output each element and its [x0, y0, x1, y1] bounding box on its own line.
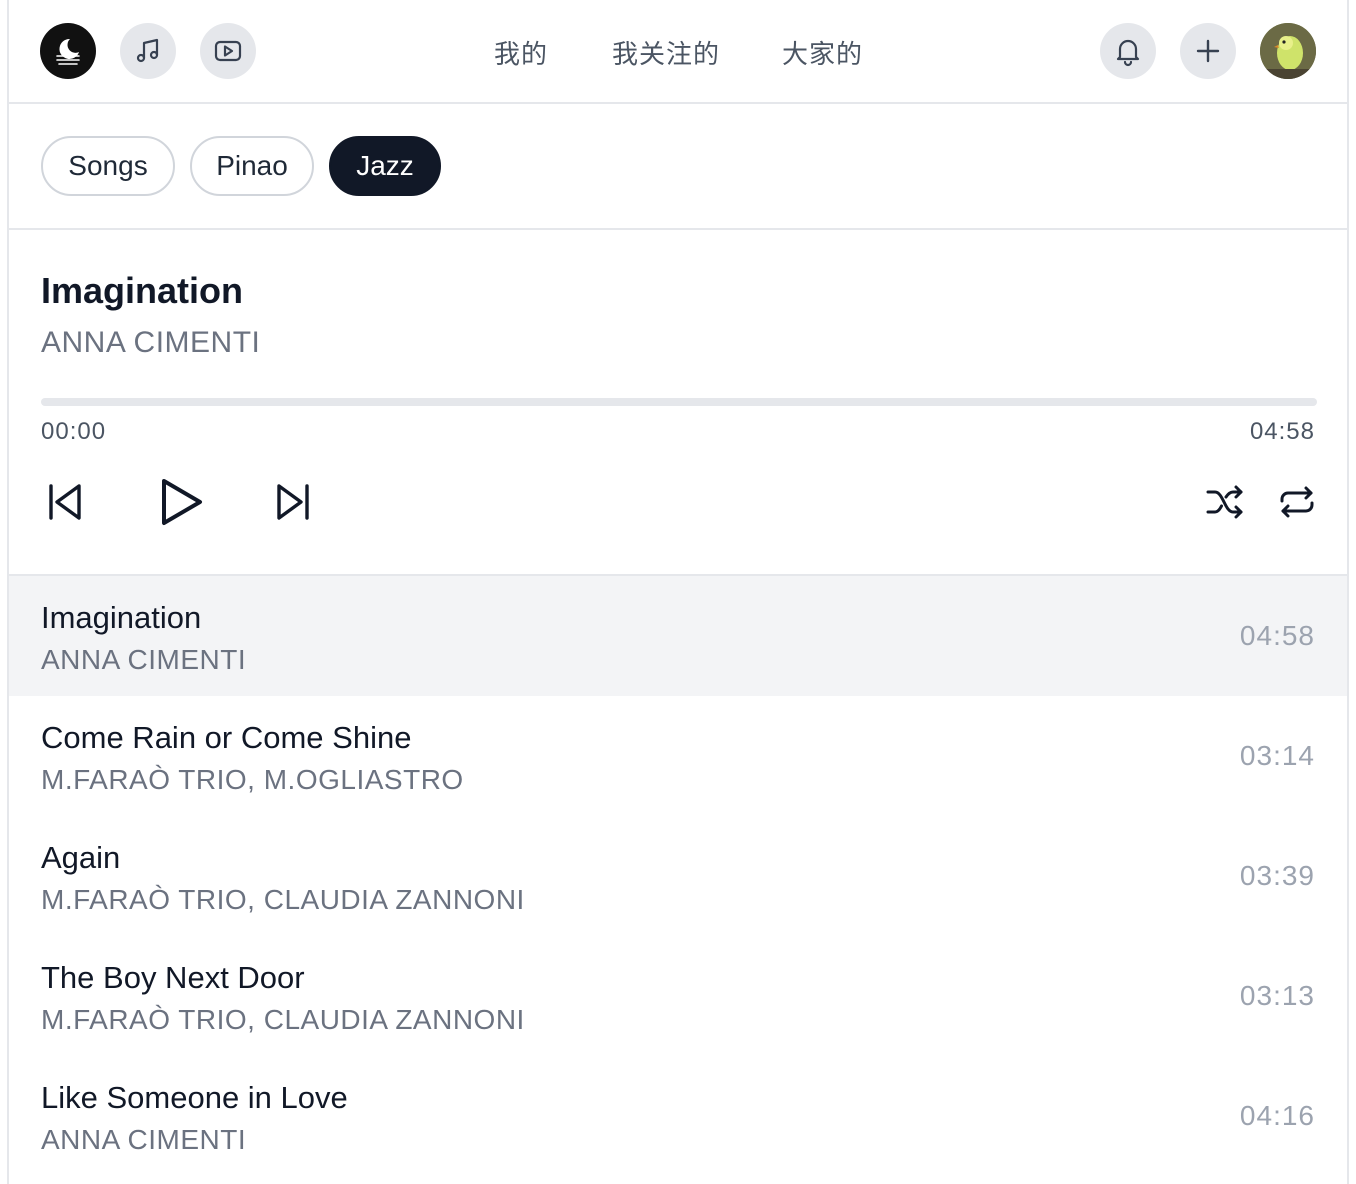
track-artist: ANNA CIMENTI	[41, 644, 247, 675]
repeat-icon	[1280, 486, 1314, 518]
music-note-icon	[136, 38, 159, 63]
track-artist: M.FARAÒ TRIO, M.OGLIASTRO	[41, 764, 464, 795]
add-button[interactable]	[1180, 23, 1236, 79]
category-tags: Songs Pinao Jazz	[9, 104, 1347, 230]
play-button[interactable]	[156, 476, 206, 528]
track-row[interactable]: Like Someone in Love ANNA CIMENTI 04:16	[9, 1056, 1347, 1176]
plus-icon	[1196, 39, 1220, 63]
nav-mine[interactable]: 我的	[494, 34, 548, 71]
avatar-image	[1260, 23, 1316, 79]
video-play-icon	[214, 40, 242, 62]
now-playing-artist: ANNA CIMENTI	[41, 326, 261, 359]
notifications-button[interactable]	[1100, 23, 1156, 79]
track-duration: 04:58	[1239, 620, 1315, 651]
track-duration: 03:39	[1239, 860, 1315, 891]
track-artist: ANNA CIMENTI	[41, 1124, 247, 1155]
shuffle-button[interactable]	[1205, 482, 1245, 522]
tag-pinao[interactable]: Pinao	[190, 136, 314, 196]
music-button[interactable]	[120, 23, 176, 79]
logo-button[interactable]	[40, 23, 96, 79]
track-row[interactable]: Again M.FARAÒ TRIO, CLAUDIA ZANNONI 03:3…	[9, 816, 1347, 936]
video-button[interactable]	[200, 23, 256, 79]
track-list: Imagination ANNA CIMENTI 04:58 Come Rain…	[9, 576, 1347, 1176]
next-button[interactable]	[271, 480, 315, 524]
top-bar: 我的 我关注的 大家的	[9, 0, 1347, 104]
progress-bar[interactable]	[41, 398, 1317, 406]
nav-everyone[interactable]: 大家的	[782, 34, 863, 71]
track-artist: M.FARAÒ TRIO, CLAUDIA ZANNONI	[41, 1004, 525, 1035]
play-icon	[162, 479, 202, 525]
track-row[interactable]: Imagination ANNA CIMENTI 04:58	[9, 576, 1347, 696]
moon-waves-icon	[56, 38, 80, 65]
track-title: Come Rain or Come Shine	[41, 720, 412, 755]
total-time: 04:58	[1249, 418, 1315, 445]
previous-button[interactable]	[43, 480, 87, 524]
repeat-button[interactable]	[1277, 482, 1317, 522]
skip-previous-icon	[49, 484, 81, 520]
user-avatar[interactable]	[1260, 23, 1316, 79]
tag-songs[interactable]: Songs	[41, 136, 175, 196]
skip-next-icon	[277, 484, 309, 520]
track-duration: 04:16	[1239, 1100, 1315, 1131]
track-duration: 03:14	[1239, 740, 1315, 771]
track-duration: 03:13	[1239, 980, 1315, 1011]
track-title: Again	[41, 840, 121, 875]
track-row[interactable]: Come Rain or Come Shine M.FARAÒ TRIO, M.…	[9, 696, 1347, 816]
now-playing-title: Imagination	[41, 270, 244, 311]
app-frame: 我的 我关注的 大家的 Songs Pinao Jazz Imagination…	[7, 0, 1349, 1184]
track-title: Imagination	[41, 600, 202, 635]
track-title: The Boy Next Door	[41, 960, 305, 995]
now-playing-panel: Imagination ANNA CIMENTI 00:00 04:58	[9, 230, 1347, 576]
current-time: 00:00	[41, 418, 107, 445]
shuffle-icon	[1206, 485, 1243, 519]
track-artist: M.FARAÒ TRIO, CLAUDIA ZANNONI	[41, 884, 525, 915]
tag-jazz[interactable]: Jazz	[329, 136, 441, 196]
nav-following[interactable]: 我关注的	[612, 34, 720, 71]
track-title: Like Someone in Love	[41, 1080, 348, 1115]
bell-icon	[1116, 39, 1140, 67]
track-row[interactable]: The Boy Next Door M.FARAÒ TRIO, CLAUDIA …	[9, 936, 1347, 1056]
